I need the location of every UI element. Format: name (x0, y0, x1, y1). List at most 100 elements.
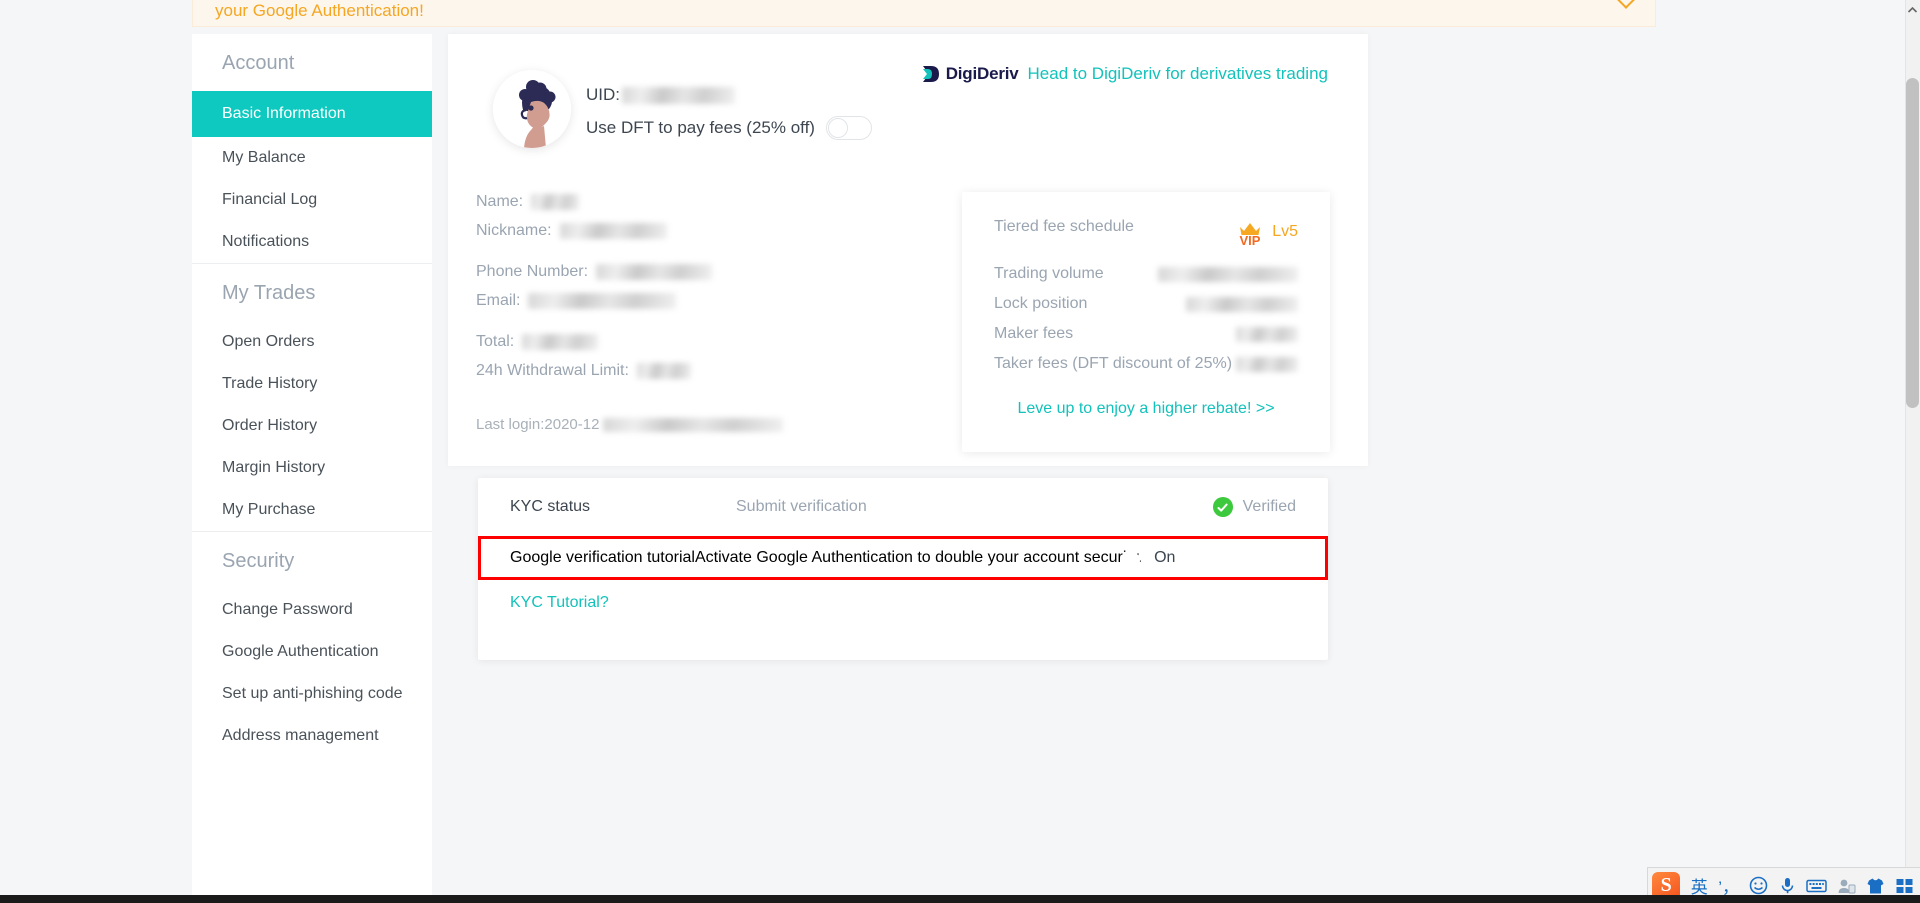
sidebar-item-my-balance[interactable]: My Balance (192, 137, 432, 179)
field-label-email: Email: (476, 292, 521, 309)
kyc-tutorial-link[interactable]: KYC Tutorial? (478, 580, 1328, 612)
kyc-status-badge: Verified (1176, 497, 1296, 517)
sidebar-item-anti-phishing-code[interactable]: Set up anti-phishing code (192, 673, 432, 715)
banner-text: your Google Authentication! (215, 0, 424, 20)
emoji-icon[interactable] (1748, 874, 1768, 898)
fee-row-maker-fees: Maker fees (994, 324, 1298, 344)
microphone-icon[interactable] (1777, 874, 1797, 898)
profile-info-block: Name: Nickname: Phone Number: Email: Tot… (476, 192, 713, 390)
sidebar-item-financial-log[interactable]: Financial Log (192, 179, 432, 221)
last-login-row: Last login:2020-12 (476, 416, 784, 433)
fee-row-label: Maker fees (994, 325, 1074, 342)
vip-badge: VIP Lv5 (1237, 218, 1298, 246)
fee-row-label: Trading volume (994, 265, 1104, 282)
google-auth-warning-banner: your Google Authentication! (192, 0, 1656, 27)
tiered-fee-card: Tiered fee schedule VIP Lv5 Trading volu… (962, 192, 1330, 452)
last-login-label: Last login:2020-12 (476, 416, 600, 433)
chinese-english-toggle-icon[interactable]: 英 (1689, 874, 1709, 898)
kyc-status-label: KYC status (510, 498, 591, 515)
fee-rows: Trading volume Lock position Maker fees … (962, 246, 1330, 418)
field-label-withdrawal-limit: 24h Withdrawal Limit: (476, 362, 629, 379)
digideriv-logo-icon (921, 64, 943, 84)
sidebar-item-basic-information[interactable]: Basic Information (192, 91, 432, 137)
svg-text:VIP: VIP (1240, 233, 1261, 246)
google-auth-toggle-knob (1120, 551, 1141, 571)
chevron-down-icon[interactable] (1616, 0, 1636, 9)
toolbox-grid-icon[interactable] (1894, 874, 1914, 898)
sidebar-item-margin-history[interactable]: Margin History (192, 447, 432, 489)
fee-row-value-redacted (1158, 266, 1298, 282)
digideriv-logo-text: DigiDeriv (945, 64, 1019, 83)
fee-row-label: Lock position (994, 295, 1088, 312)
uid-value-redacted (622, 86, 735, 104)
level-up-link[interactable]: Leve up to enjoy a higher rebate! >> (994, 384, 1298, 418)
dft-fee-row: Use DFT to pay fees (25% off) (586, 116, 872, 140)
field-value-name-redacted (531, 194, 580, 210)
dft-label: Use DFT to pay fees (25% off) (586, 118, 815, 137)
page-root: your Google Authentication! Account Basi… (0, 0, 1920, 903)
field-label-total: Total: (476, 333, 515, 350)
sidebar-item-change-password[interactable]: Change Password (192, 589, 432, 631)
fee-row-trading-volume: Trading volume (994, 264, 1298, 284)
profile-field-total: Total: (476, 332, 712, 352)
sidebar-group-title-security: Security (222, 550, 295, 572)
uid-row: UID: (586, 85, 735, 105)
google-auth-toggle-state-text: On (1154, 549, 1176, 566)
sidebar-group-title-my-trades: My Trades (222, 282, 316, 304)
page-scrollbar[interactable] (1905, 0, 1920, 903)
dft-toggle-knob (827, 118, 848, 138)
sidebar-group-title-account: Account (222, 52, 295, 74)
fee-card-title: Tiered fee schedule (994, 218, 1134, 235)
field-value-phone-redacted (596, 264, 713, 280)
field-value-email-redacted (528, 293, 677, 309)
kyc-status-row: KYC status Submit verification Verified (478, 478, 1328, 536)
profile-field-name: Name: (476, 192, 712, 212)
kyc-card: KYC status Submit verification Verified … (478, 478, 1328, 660)
fee-row-value-redacted (1236, 356, 1298, 372)
sidebar-item-google-authentication[interactable]: Google Authentication (192, 631, 432, 673)
sidebar-item-open-orders[interactable]: Open Orders (192, 321, 432, 363)
digideriv-banner[interactable]: DigiDeriv Head to DigiDeriv for derivati… (921, 64, 1328, 84)
soft-keyboard-icon[interactable] (1806, 874, 1827, 898)
google-verification-description: Activate Google Authentication to double… (694, 549, 1143, 566)
sidebar-item-trade-history[interactable]: Trade History (192, 363, 432, 405)
user-account-icon[interactable] (1836, 874, 1856, 898)
vip-level-text: Lv5 (1272, 223, 1298, 240)
fee-row-lock-position: Lock position (994, 294, 1298, 314)
sidebar-item-notifications[interactable]: Notifications (192, 221, 432, 263)
digideriv-cta-text[interactable]: Head to DigiDeriv for derivatives tradin… (1028, 64, 1328, 84)
profile-field-email: Email: (476, 291, 712, 311)
field-value-total-redacted (522, 334, 599, 350)
sidebar-item-address-management[interactable]: Address management (192, 715, 432, 757)
sidebar-item-order-history[interactable]: Order History (192, 405, 432, 447)
google-verification-tutorial-row[interactable]: Google verification tutorial Activate Go… (478, 536, 1328, 580)
taskbar-strip (0, 895, 1920, 903)
dft-toggle[interactable] (825, 116, 872, 140)
fee-row-taker-fees: Taker fees (DFT discount of 25%) (994, 354, 1298, 374)
account-sidebar: Account Basic Information My Balance Fin… (192, 34, 432, 903)
sidebar-item-my-purchase[interactable]: My Purchase (192, 489, 432, 531)
profile-card: UID: Use DFT to pay fees (25% off) DigiD… (448, 34, 1368, 466)
field-value-nickname-redacted (559, 223, 667, 239)
crown-icon: VIP (1237, 218, 1263, 246)
field-label-phone: Phone Number: (476, 263, 589, 280)
kyc-submit-verification-link[interactable]: Submit verification (736, 498, 1176, 516)
google-auth-toggle-group: On (1120, 549, 1176, 571)
profile-field-withdrawal-limit: 24h Withdrawal Limit: (476, 361, 712, 381)
skin-shirt-icon[interactable] (1865, 874, 1885, 898)
punctuation-icon[interactable]: ’， (1718, 874, 1739, 898)
last-login-value-redacted (603, 417, 784, 432)
scroll-up-arrow-icon[interactable] (1907, 3, 1918, 14)
fee-row-label: Taker fees (DFT discount of 25%) (994, 355, 1233, 372)
google-verification-label: Google verification tutorial (510, 549, 695, 566)
field-label-nickname: Nickname: (476, 222, 552, 239)
scrollbar-thumb[interactable] (1906, 78, 1919, 408)
profile-field-nickname: Nickname: (476, 221, 712, 241)
check-circle-icon (1212, 497, 1233, 517)
kyc-status-text: Verified (1242, 498, 1296, 515)
main-content: UID: Use DFT to pay fees (25% off) DigiD… (448, 34, 1368, 903)
field-label-name: Name: (476, 193, 524, 210)
avatar[interactable] (493, 70, 571, 148)
profile-field-phone: Phone Number: (476, 262, 713, 282)
fee-row-value-redacted (1186, 296, 1298, 312)
